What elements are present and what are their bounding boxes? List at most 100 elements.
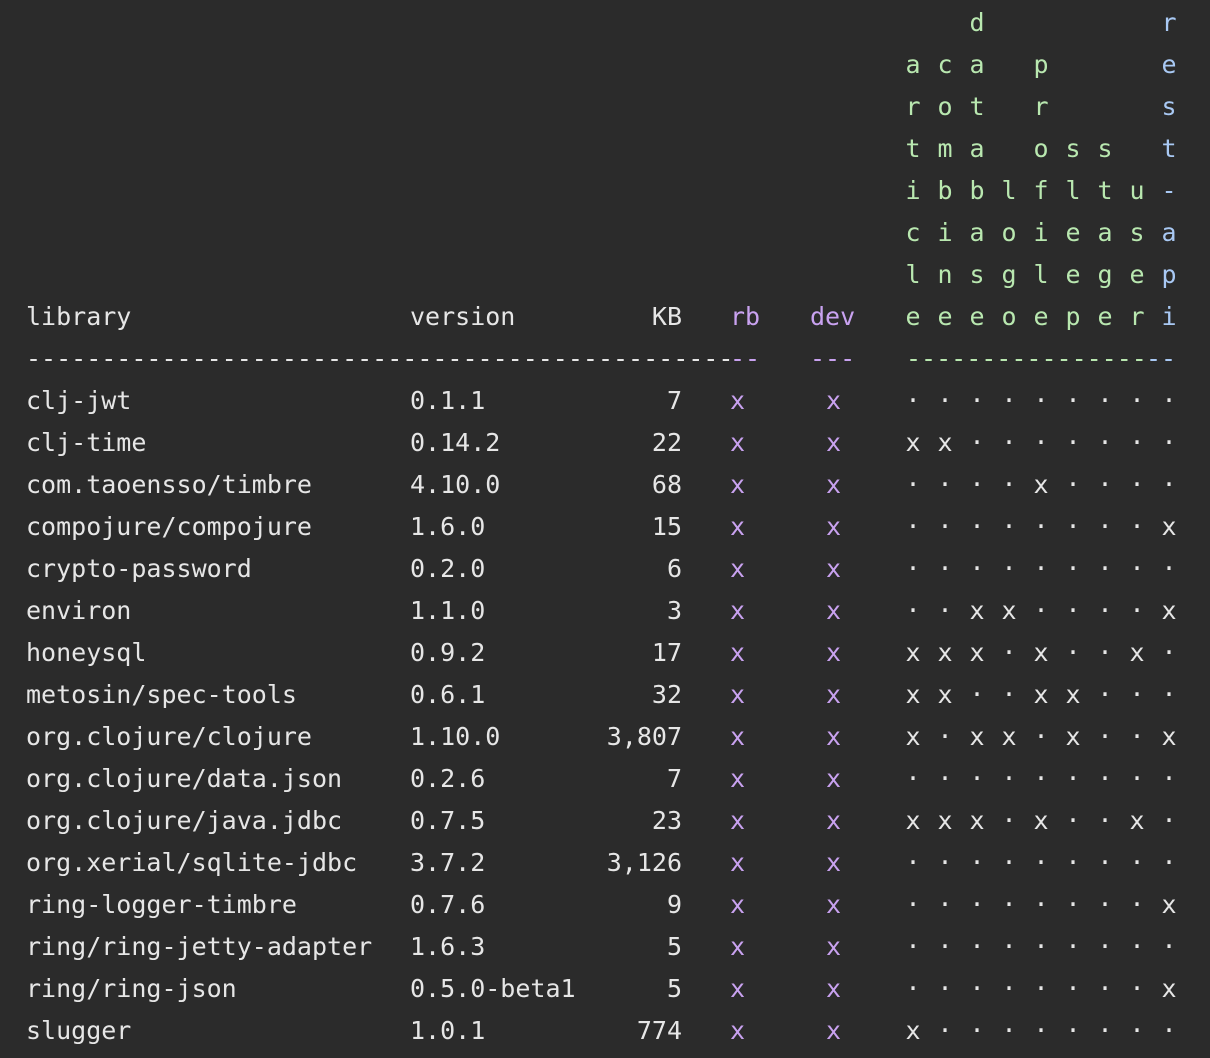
flag-cell: · (905, 596, 921, 625)
dev-flag: x (826, 428, 842, 457)
flag-cell: · (1033, 554, 1049, 583)
flag-cell: · (1065, 1016, 1081, 1045)
flag-cell: · (1129, 470, 1145, 499)
flag-cell: x (969, 596, 985, 625)
column-header-logo-letter: l (1001, 176, 1017, 205)
rb-flag: x (730, 722, 746, 751)
library-kb: 23 (651, 806, 682, 835)
column-header-article-letter: l (905, 260, 921, 289)
flag-cell: · (905, 848, 921, 877)
column-header-article-letter: t (905, 134, 921, 163)
library-name: ring-logger-timbre (26, 890, 297, 919)
library-name: ring/ring-jetty-adapter (26, 932, 373, 961)
flag-cell: x (905, 1016, 921, 1045)
library-name: compojure/compojure (26, 512, 312, 541)
flag-cell: · (1161, 554, 1177, 583)
column-header-database-letter: d (969, 8, 985, 37)
column-header-rest-api-letter: e (1161, 50, 1177, 79)
library-version: 3.7.2 (410, 848, 486, 877)
flag-cell: x (937, 806, 953, 835)
rb-flag: x (730, 890, 746, 919)
flag-cell: · (1001, 1016, 1017, 1045)
library-kb: 68 (651, 470, 682, 499)
rb-flag: x (730, 512, 746, 541)
column-header-database-letter: a (969, 50, 985, 79)
rb-flag: x (730, 680, 746, 709)
flag-cell: x (937, 638, 953, 667)
column-header-sleep-letter: e (1065, 260, 1081, 289)
flag-cell: · (1161, 764, 1177, 793)
library-name: org.clojure/clojure (26, 722, 312, 751)
column-header-user-letter: s (1129, 218, 1145, 247)
flag-cell: · (1129, 1016, 1145, 1045)
dev-flag: x (826, 848, 842, 877)
flag-cell: · (1161, 848, 1177, 877)
header-library: library (26, 302, 132, 331)
column-header-article-letter: r (905, 92, 921, 121)
flag-cell: · (969, 932, 985, 961)
flag-cell: · (1097, 512, 1113, 541)
flag-cell: · (1065, 554, 1081, 583)
library-version: 1.6.3 (410, 932, 486, 961)
library-kb: 6 (666, 554, 682, 583)
column-header-combine-letter: c (937, 50, 953, 79)
dev-flag: x (826, 554, 842, 583)
dev-flag: x (826, 974, 842, 1003)
dev-flag: x (826, 470, 842, 499)
flag-cell: · (905, 890, 921, 919)
column-header-article-letter: e (905, 302, 921, 331)
header-rb: rb (730, 302, 761, 331)
flag-cell: x (969, 722, 985, 751)
library-name: honeysql (26, 638, 147, 667)
flag-cell: · (1161, 638, 1177, 667)
flag-cell: x (1161, 722, 1177, 751)
flag-cell: · (1033, 428, 1049, 457)
flag-cell: · (1001, 974, 1017, 1003)
library-version: 0.2.6 (410, 764, 486, 793)
flag-cell: · (1033, 386, 1049, 415)
flag-cell: · (1001, 428, 1017, 457)
dev-flag: x (826, 722, 842, 751)
column-header-sleep-letter: p (1065, 302, 1081, 331)
library-name: metosin/spec-tools (26, 680, 297, 709)
flag-cell: · (1097, 554, 1113, 583)
column-header-database-letter: b (969, 176, 985, 205)
flag-cell: x (905, 722, 921, 751)
flag-cell: · (1129, 932, 1145, 961)
library-kb: 22 (651, 428, 682, 457)
library-name: org.xerial/sqlite-jdbc (26, 848, 358, 877)
flag-cell: · (969, 848, 985, 877)
flag-cell: · (937, 764, 953, 793)
flag-cell: · (969, 470, 985, 499)
flag-cell: x (1065, 680, 1081, 709)
library-name: crypto-password (26, 554, 252, 583)
flag-cell: · (1065, 470, 1081, 499)
flag-cell: · (1129, 722, 1145, 751)
library-kb: 5 (666, 932, 682, 961)
flag-cell: x (969, 638, 985, 667)
flag-cell: · (969, 386, 985, 415)
library-version: 0.14.2 (410, 428, 501, 457)
flag-cell: · (1033, 974, 1049, 1003)
flag-cell: · (1065, 974, 1081, 1003)
terminal-output: library version KB rb dev --------------… (0, 0, 1210, 1058)
flag-cell: · (1065, 932, 1081, 961)
flag-cell: · (1001, 932, 1017, 961)
flag-cell: · (1161, 386, 1177, 415)
flag-cell: · (1065, 638, 1081, 667)
flag-cell: · (1161, 680, 1177, 709)
rb-flag: x (730, 806, 746, 835)
library-version: 0.1.1 (410, 386, 486, 415)
library-version: 1.6.0 (410, 512, 486, 541)
flag-cell: · (1001, 386, 1017, 415)
flag-cell: · (1097, 890, 1113, 919)
rb-flag: x (730, 974, 746, 1003)
flag-cell: · (1033, 764, 1049, 793)
flag-cell: · (1001, 512, 1017, 541)
flag-cell: · (1097, 596, 1113, 625)
rb-flag: x (730, 554, 746, 583)
separator-flags: --------------------- (906, 344, 1146, 373)
column-header-sleep-letter: s (1065, 134, 1081, 163)
flag-cell: · (1033, 596, 1049, 625)
rb-flag: x (730, 596, 746, 625)
